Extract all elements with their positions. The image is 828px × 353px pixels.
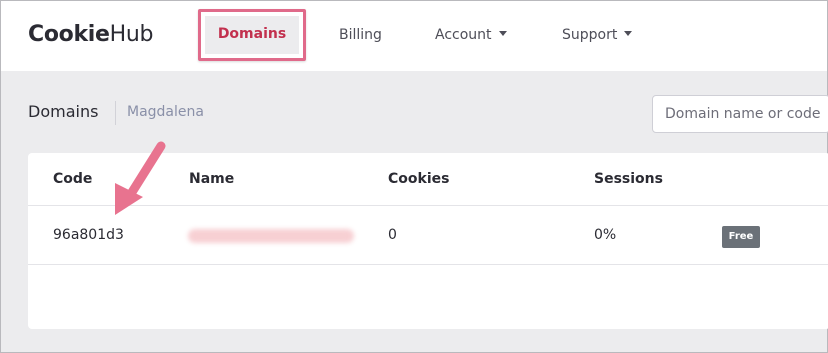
- annotation-arrow-icon: [115, 141, 166, 215]
